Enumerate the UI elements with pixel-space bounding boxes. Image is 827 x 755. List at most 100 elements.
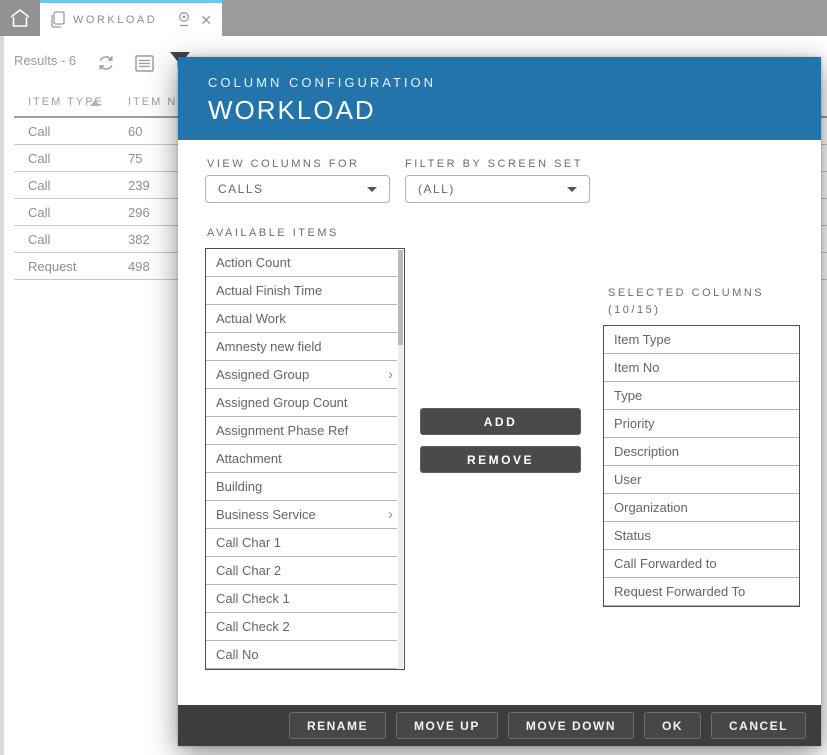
available-item-label: Actual Finish Time [216,283,322,298]
sort-ascending-icon [90,100,100,106]
available-item[interactable]: Actual Work › [206,305,397,333]
selected-column-label: Status [614,528,651,543]
view-columns-for-dropdown[interactable]: CALLS [205,175,390,203]
available-item[interactable]: Actual Finish Time › [206,277,397,305]
dialog-footer: RENAME MOVE UP MOVE DOWN OK CANCEL [178,705,821,746]
available-item[interactable]: Assigned Group Count › [206,389,397,417]
selected-column-label: Call Forwarded to [614,556,717,571]
available-item[interactable]: Assignment Phase Ref › [206,417,397,445]
chevron-down-icon [367,187,377,192]
dialog-subtitle: COLUMN CONFIGURATION [208,75,821,90]
available-item[interactable]: Call Check 1 › [206,585,397,613]
pages-icon [50,11,65,28]
cell-item-no: 75 [128,151,142,166]
selected-column-label: Priority [614,416,654,431]
selected-column-item[interactable]: User [604,466,799,494]
cell-item-type: Call [28,232,50,247]
available-item[interactable]: Business Service › [206,501,397,529]
selected-column-label: Description [614,444,679,459]
pin-icon[interactable] [176,11,192,28]
tab-workload[interactable]: WORKLOAD ✕ [40,0,222,36]
available-item[interactable]: Call No › [206,641,397,669]
available-item-label: Business Service [216,507,316,522]
home-button[interactable] [0,0,40,36]
selected-column-item[interactable]: Item Type [604,326,799,354]
available-item-label: Amnesty new field [216,339,322,354]
available-item-label: Actual Work [216,311,286,326]
selected-columns-label: SELECTED COLUMNS [608,287,764,299]
available-item-label: Call Check 1 [216,591,290,606]
selected-column-item[interactable]: Type [604,382,799,410]
filter-by-screen-set-value: (ALL) [418,182,567,196]
selected-column-item[interactable]: Item No [604,354,799,382]
available-item[interactable]: Attachment › [206,445,397,473]
home-icon [9,8,31,28]
selected-column-item[interactable]: Request Forwarded To [604,578,799,606]
list-view-button[interactable] [132,52,156,74]
cell-item-type: Call [28,178,50,193]
app-window: WORKLOAD ✕ Results - 6 [0,0,827,755]
list-view-icon [135,55,154,72]
selected-columns-count: (10/15) [608,304,660,316]
refresh-button[interactable] [94,51,118,75]
remove-button[interactable]: REMOVE [420,446,581,473]
cell-item-no: 382 [128,232,150,247]
available-item[interactable]: Call Char 1 › [206,529,397,557]
available-item[interactable]: Call Check 2 › [206,613,397,641]
selected-columns-list: Item Type Item No Type Priority Descript… [603,325,800,607]
results-count: Results - 6 [14,53,76,68]
available-item-label: Assigned Group Count [216,395,348,410]
selected-column-label: Request Forwarded To [614,584,745,599]
dialog-header: COLUMN CONFIGURATION WORKLOAD [178,57,821,140]
available-list-scrollbar [398,250,403,668]
available-item[interactable]: Assigned Group › [206,361,397,389]
footer-button[interactable]: RENAME [289,712,386,739]
column-configuration-dialog: COLUMN CONFIGURATION WORKLOAD VIEW COLUM… [178,57,821,746]
chevron-down-icon [567,187,577,192]
selected-column-label: Item No [614,360,660,375]
available-item[interactable]: Action Count › [206,249,397,277]
available-item-label: Call Char 1 [216,535,281,550]
close-tab-icon[interactable]: ✕ [200,13,212,27]
view-columns-for-label: VIEW COLUMNS FOR [207,158,359,170]
footer-button[interactable]: CANCEL [711,712,806,739]
filter-by-screen-set-dropdown[interactable]: (ALL) [405,175,590,203]
selected-column-item[interactable]: Description [604,438,799,466]
scrollbar-thumb[interactable] [398,250,403,345]
add-button[interactable]: ADD [420,408,581,435]
tab-bar: WORKLOAD ✕ [0,0,827,36]
available-item-label: Attachment [216,451,282,466]
selected-column-label: Organization [614,500,688,515]
tab-label: WORKLOAD [73,14,176,26]
selected-column-item[interactable]: Organization [604,494,799,522]
dialog-title: WORKLOAD [208,95,821,126]
selected-column-label: Item Type [614,332,671,347]
available-item[interactable]: Building › [206,473,397,501]
selected-column-label: Type [614,388,642,403]
view-columns-for-value: CALLS [218,182,367,196]
chevron-right-icon: › [388,501,393,528]
chevron-right-icon: › [388,361,393,388]
available-item-label: Assignment Phase Ref [216,423,348,438]
available-items-label: AVAILABLE ITEMS [207,227,339,239]
available-item[interactable]: Call Char 2 › [206,557,397,585]
cell-item-type: Call [28,205,50,220]
selected-column-item[interactable]: Priority [604,410,799,438]
cell-item-no: 60 [128,124,142,139]
refresh-icon [96,53,116,73]
available-item-label: Call Char 2 [216,563,281,578]
available-items-list: Action Count › Actual Finish Time › Actu… [205,248,405,670]
filter-by-screen-set-label: FILTER BY SCREEN SET [405,158,583,170]
selected-column-item[interactable]: Status [604,522,799,550]
cell-item-no: 296 [128,205,150,220]
selected-column-item[interactable]: Call Forwarded to [604,550,799,578]
footer-button[interactable]: MOVE DOWN [508,712,634,739]
available-item-label: Call Check 2 [216,619,290,634]
available-item[interactable]: Amnesty new field › [206,333,397,361]
available-item-label: Call No [216,647,259,662]
footer-button[interactable]: OK [644,712,701,739]
cell-item-no: 239 [128,178,150,193]
selected-column-label: User [614,472,641,487]
footer-button[interactable]: MOVE UP [396,712,498,739]
cell-item-type: Call [28,151,50,166]
